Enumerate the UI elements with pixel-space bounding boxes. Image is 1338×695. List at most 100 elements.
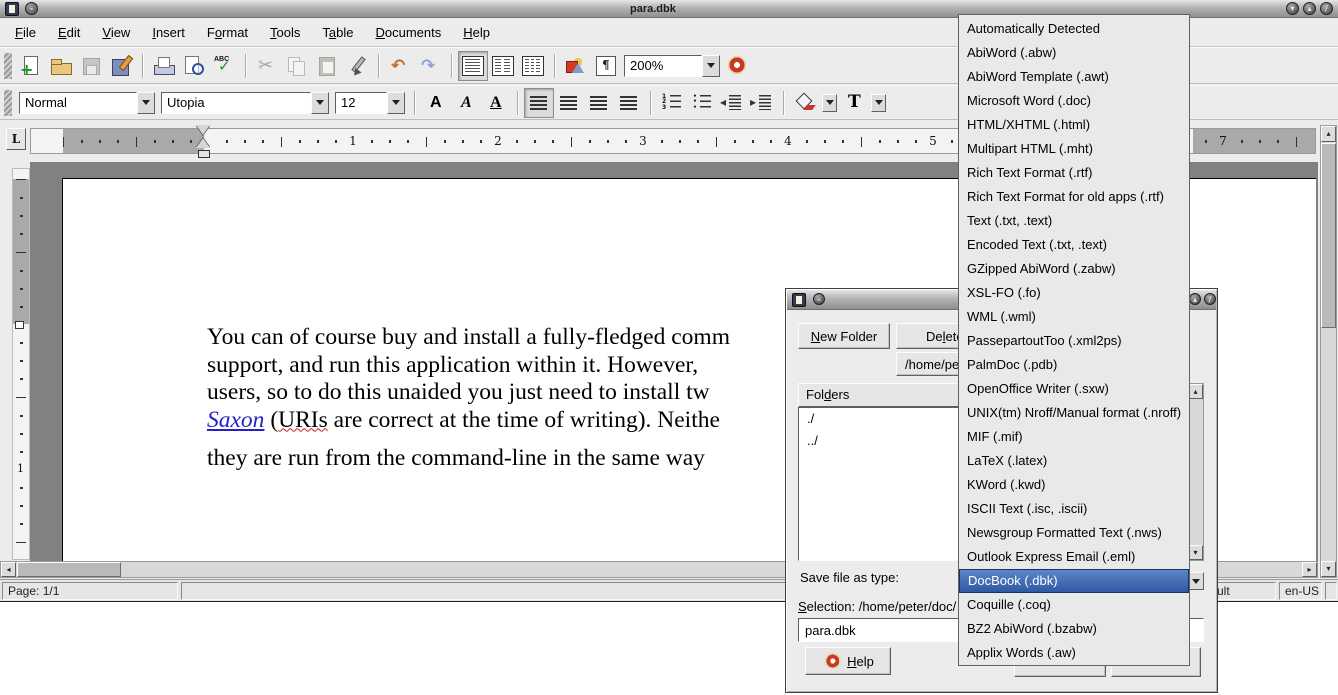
format-option[interactable]: UNIX(tm) Nroff/Manual format (.nroff)	[959, 401, 1189, 425]
highlight-button[interactable]	[790, 88, 820, 118]
menu-format[interactable]: Format	[196, 19, 259, 46]
maximize-button[interactable]: ▴	[1303, 2, 1316, 15]
align-center-button[interactable]	[554, 88, 584, 118]
format-option[interactable]: Text (.txt, .text)	[959, 209, 1189, 233]
insert-image-button[interactable]	[561, 51, 591, 81]
format-option[interactable]: Rich Text Format for old apps (.rtf)	[959, 185, 1189, 209]
redo-button[interactable]	[415, 51, 445, 81]
size-combo-value[interactable]: 12	[335, 92, 387, 114]
format-option[interactable]: BZ2 AbiWord (.bzabw)	[959, 617, 1189, 641]
document-text[interactable]: You can of course buy and install a full…	[207, 324, 730, 473]
dialog-menu-button[interactable]: -	[813, 293, 825, 305]
scroll-up-icon[interactable]: ▴	[1321, 126, 1336, 142]
shade-button[interactable]: ▾	[1286, 2, 1299, 15]
menu-edit[interactable]: Edit	[47, 19, 91, 46]
save-as-button[interactable]	[106, 51, 136, 81]
window-menu-button[interactable]: -	[25, 2, 38, 15]
copy-button[interactable]	[282, 51, 312, 81]
format-option[interactable]: Microsoft Word (.doc)	[959, 89, 1189, 113]
help-button[interactable]: Help	[805, 647, 891, 675]
italic-button[interactable]	[451, 88, 481, 118]
spellcheck-button[interactable]	[209, 51, 239, 81]
style-combo[interactable]: Normal	[19, 92, 155, 114]
view-3col-button[interactable]	[518, 51, 548, 81]
scroll-right-icon[interactable]: ▸	[1302, 562, 1317, 577]
align-left-button[interactable]	[524, 88, 554, 118]
toolbar-handle[interactable]	[4, 53, 12, 79]
hscroll-thumb[interactable]	[17, 562, 121, 577]
dropdown-arrow-icon[interactable]	[871, 94, 886, 112]
menu-view[interactable]: View	[91, 19, 141, 46]
format-option[interactable]: Encoded Text (.txt, .text)	[959, 233, 1189, 257]
menu-insert[interactable]: Insert	[141, 19, 196, 46]
pilcrow-button[interactable]	[591, 51, 621, 81]
cut-button[interactable]	[252, 51, 282, 81]
open-folder-button[interactable]	[46, 51, 76, 81]
format-option[interactable]: AbiWord Template (.awt)	[959, 65, 1189, 89]
new-document-button[interactable]	[16, 51, 46, 81]
print-preview-button[interactable]	[179, 51, 209, 81]
zoom-combo-value[interactable]: 200%	[624, 55, 702, 77]
indent-button[interactable]	[747, 88, 777, 118]
help-buoy-button[interactable]	[723, 51, 753, 81]
folders-scroll-up-icon[interactable]: ▴	[1188, 384, 1203, 399]
tab-stop-selector[interactable]: L	[6, 128, 26, 150]
save-button[interactable]	[76, 51, 106, 81]
menu-tools[interactable]: Tools	[259, 19, 311, 46]
font-combo-arrow-icon[interactable]	[311, 92, 329, 114]
font-combo[interactable]: Utopia	[161, 92, 329, 114]
vscroll-thumb[interactable]	[1321, 143, 1336, 328]
format-option[interactable]: Multipart HTML (.mht)	[959, 137, 1189, 161]
bold-button[interactable]	[421, 88, 451, 118]
dropdown-arrow-icon[interactable]	[822, 94, 837, 112]
format-option[interactable]: AbiWord (.abw)	[959, 41, 1189, 65]
view-2col-button[interactable]	[488, 51, 518, 81]
format-option[interactable]: Automatically Detected	[959, 17, 1189, 41]
size-combo[interactable]: 12	[335, 92, 405, 114]
paste-button[interactable]	[312, 51, 342, 81]
scroll-left-icon[interactable]: ◂	[1, 562, 16, 577]
zoom-combo-arrow-icon[interactable]	[702, 55, 720, 77]
language-indicator[interactable]: en-US	[1279, 582, 1322, 600]
format-option[interactable]: Rich Text Format (.rtf)	[959, 161, 1189, 185]
scroll-down-icon[interactable]: ▾	[1321, 561, 1336, 577]
font-combo-value[interactable]: Utopia	[161, 92, 311, 114]
menu-help[interactable]: Help	[452, 19, 501, 46]
underline-button[interactable]	[481, 88, 511, 118]
format-option-selected[interactable]: DocBook (.dbk)	[959, 569, 1189, 593]
bullet-list-button[interactable]	[687, 88, 717, 118]
format-option[interactable]: HTML/XHTML (.html)	[959, 113, 1189, 137]
align-justify-button[interactable]	[614, 88, 644, 118]
format-option[interactable]: OpenOffice Writer (.sxw)	[959, 377, 1189, 401]
format-option[interactable]: ISCII Text (.isc, .iscii)	[959, 497, 1189, 521]
left-indent-marker[interactable]	[196, 138, 210, 148]
format-option[interactable]: XSL-FO (.fo)	[959, 281, 1189, 305]
format-option[interactable]: WML (.wml)	[959, 305, 1189, 329]
format-option[interactable]: PassepartoutToo (.xml2ps)	[959, 329, 1189, 353]
menu-documents[interactable]: Documents	[365, 19, 453, 46]
zoom-combo[interactable]: 200%	[624, 55, 720, 77]
dialog-close-button[interactable]: /	[1204, 293, 1216, 305]
format-option[interactable]: Applix Words (.aw)	[959, 641, 1189, 665]
undo-button[interactable]	[385, 51, 415, 81]
hyperlink[interactable]: Saxon	[207, 407, 264, 433]
top-margin-marker[interactable]	[15, 321, 24, 329]
vertical-scrollbar[interactable]: ▴ ▾	[1320, 125, 1337, 578]
style-combo-value[interactable]: Normal	[19, 92, 137, 114]
first-line-indent-marker[interactable]	[196, 125, 210, 135]
stylus-button[interactable]	[342, 51, 372, 81]
new-folder-button[interactable]: New Folder	[798, 323, 890, 349]
format-option[interactable]: KWord (.kwd)	[959, 473, 1189, 497]
format-option[interactable]: GZipped AbiWord (.zabw)	[959, 257, 1189, 281]
font-color-button[interactable]	[839, 88, 869, 118]
indent-box-marker[interactable]	[198, 150, 210, 158]
view-normal-button[interactable]	[458, 51, 488, 81]
format-option[interactable]: Outlook Express Email (.eml)	[959, 545, 1189, 569]
print-button[interactable]	[149, 51, 179, 81]
format-option[interactable]: Coquille (.coq)	[959, 593, 1189, 617]
size-combo-arrow-icon[interactable]	[387, 92, 405, 114]
dialog-maximize-button[interactable]: ▴	[1189, 293, 1201, 305]
unindent-button[interactable]	[717, 88, 747, 118]
style-combo-arrow-icon[interactable]	[137, 92, 155, 114]
folders-scroll-down-icon[interactable]: ▾	[1188, 545, 1203, 560]
